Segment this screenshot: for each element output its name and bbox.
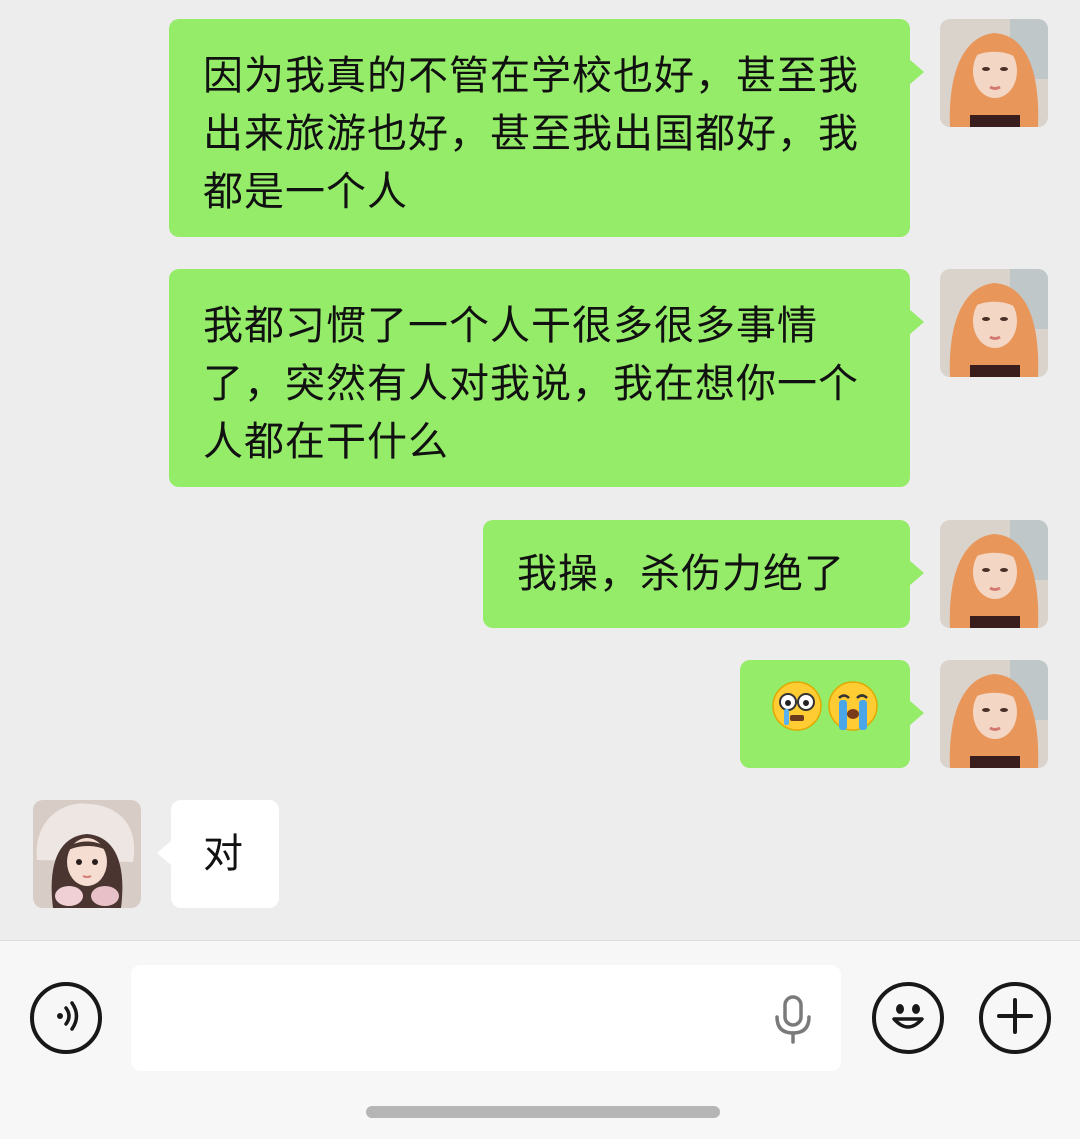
avatar[interactable]	[33, 800, 141, 908]
input-bar	[0, 940, 1080, 1139]
message-row: 对	[0, 800, 1080, 908]
smiley-icon	[883, 991, 933, 1045]
microphone-icon[interactable]	[770, 995, 816, 1049]
message-bubble[interactable]: 我操，杀伤力绝了	[483, 520, 924, 628]
message-bubble[interactable]: 对	[157, 800, 279, 908]
home-indicator[interactable]	[366, 1106, 720, 1118]
voice-button[interactable]	[30, 982, 102, 1054]
message-row: 因为我真的不管在学校也好，甚至我出来旅游也好，甚至我出国都好，我都是一个人	[0, 19, 1080, 237]
crying-emoji-icon	[827, 680, 879, 748]
plus-icon	[993, 994, 1037, 1042]
message-text: 对	[203, 831, 244, 877]
message-row: 我都习惯了一个人干很多很多事情了，突然有人对我说，我在想你一个人都在干什么	[0, 269, 1080, 487]
message-text: 我都习惯了一个人干很多很多事情了，突然有人对我说，我在想你一个人都在干什么	[203, 303, 859, 465]
emoji-button[interactable]	[872, 982, 944, 1054]
message-bubble[interactable]	[740, 660, 924, 768]
message-row	[0, 660, 1080, 768]
scared-emoji-icon	[771, 680, 823, 748]
message-text: 我操，杀伤力绝了	[517, 551, 845, 597]
avatar[interactable]	[940, 269, 1048, 377]
avatar[interactable]	[940, 660, 1048, 768]
avatar[interactable]	[940, 19, 1048, 127]
message-bubble[interactable]: 因为我真的不管在学校也好，甚至我出来旅游也好，甚至我出国都好，我都是一个人	[169, 19, 924, 237]
chat-area[interactable]: 因为我真的不管在学校也好，甚至我出来旅游也好，甚至我出国都好，我都是一个人 我都…	[0, 0, 1080, 940]
message-row: 我操，杀伤力绝了	[0, 520, 1080, 628]
voice-icon	[46, 996, 86, 1040]
plus-button[interactable]	[979, 982, 1051, 1054]
avatar[interactable]	[940, 520, 1048, 628]
message-input[interactable]	[131, 965, 841, 1071]
message-text: 因为我真的不管在学校也好，甚至我出来旅游也好，甚至我出国都好，我都是一个人	[203, 53, 859, 215]
message-bubble[interactable]: 我都习惯了一个人干很多很多事情了，突然有人对我说，我在想你一个人都在干什么	[169, 269, 924, 487]
